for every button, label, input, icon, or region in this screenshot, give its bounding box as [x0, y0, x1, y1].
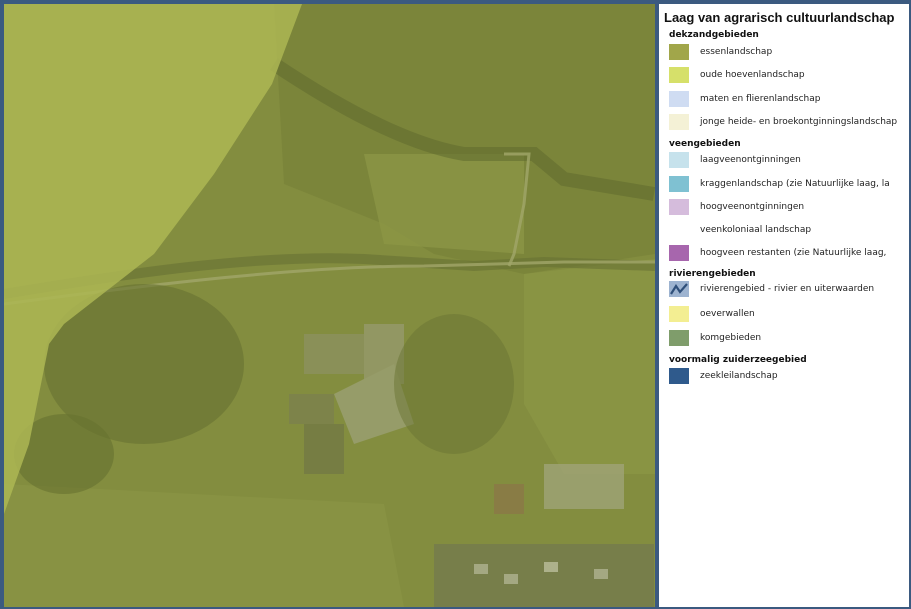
color-swatch: [669, 91, 689, 107]
legend-item: komgebieden: [669, 330, 909, 348]
color-swatch: [669, 222, 689, 238]
legend-item: hoogveen restanten (zie Natuurlijke laag…: [669, 245, 909, 263]
river-line-icon: [669, 281, 689, 297]
color-swatch: [669, 245, 689, 261]
legend-item: oude hoevenlandschap: [669, 67, 909, 85]
legend-item-label: oude hoevenlandschap: [700, 70, 805, 80]
legend-item: laagveenontginningen: [669, 152, 909, 170]
legend-group-voormalig-zuiderzeegebied: voormalig zuiderzeegebied: [669, 355, 807, 365]
legend-item-label: hoogveenontginningen: [700, 202, 805, 212]
legend-item: oeverwallen: [669, 306, 909, 324]
color-swatch: [669, 176, 689, 192]
legend-item: veenkoloniaal landschap: [669, 222, 909, 240]
legend-item-label: essenlandschap: [700, 47, 773, 57]
legend-item-label: rivierengebied - rivier en uiterwaarden: [700, 284, 875, 294]
legend-group-rivierengebieden: rivierengebieden: [669, 269, 756, 279]
legend-item: zeekleilandschap: [669, 368, 909, 386]
color-swatch: [669, 152, 689, 168]
legend-item-label: komgebieden: [700, 333, 762, 343]
legend-title: Laag van agrarisch cultuurlandschap: [664, 10, 895, 25]
legend-item-label: hoogveen restanten (zie Natuurlijke laag…: [700, 248, 887, 258]
legend-item-label: zeekleilandschap: [700, 371, 778, 381]
legend-item-label: laagveenontginningen: [700, 155, 801, 165]
legend-item: essenlandschap: [669, 44, 909, 62]
color-swatch: [669, 114, 689, 130]
legend-item-label: maten en flierenlandschap: [700, 94, 821, 104]
color-swatch: [669, 330, 689, 346]
color-swatch: [669, 306, 689, 322]
legend-item: maten en flierenlandschap: [669, 91, 909, 109]
legend-item-label: kraggenlandschap (zie Natuurlijke laag, …: [700, 179, 890, 189]
legend-item: hoogveenontginningen: [669, 199, 909, 217]
legend-item-label: veenkoloniaal landschap: [700, 225, 812, 235]
color-swatch: [669, 368, 689, 384]
color-swatch: [669, 199, 689, 215]
legend-item-label: jonge heide- en broekontginningslandscha…: [700, 117, 898, 127]
legend-item: jonge heide- en broekontginningslandscha…: [669, 114, 909, 132]
map-view[interactable]: [4, 4, 655, 607]
map-frame: Laag van agrarisch cultuurlandschap dekz…: [0, 0, 911, 609]
legend-item: kraggenlandschap (zie Natuurlijke laag, …: [669, 176, 909, 194]
legend-panel: Laag van agrarisch cultuurlandschap dekz…: [659, 4, 909, 607]
color-swatch: [669, 67, 689, 83]
legend-group-dekzandgebieden: dekzandgebieden: [669, 30, 759, 40]
aerial-photo-with-overlay: [4, 4, 655, 607]
legend-item: rivierengebied - rivier en uiterwaarden: [669, 281, 909, 299]
color-swatch: [669, 44, 689, 60]
legend-group-veengebieden: veengebieden: [669, 139, 741, 149]
legend-item-label: oeverwallen: [700, 309, 755, 319]
